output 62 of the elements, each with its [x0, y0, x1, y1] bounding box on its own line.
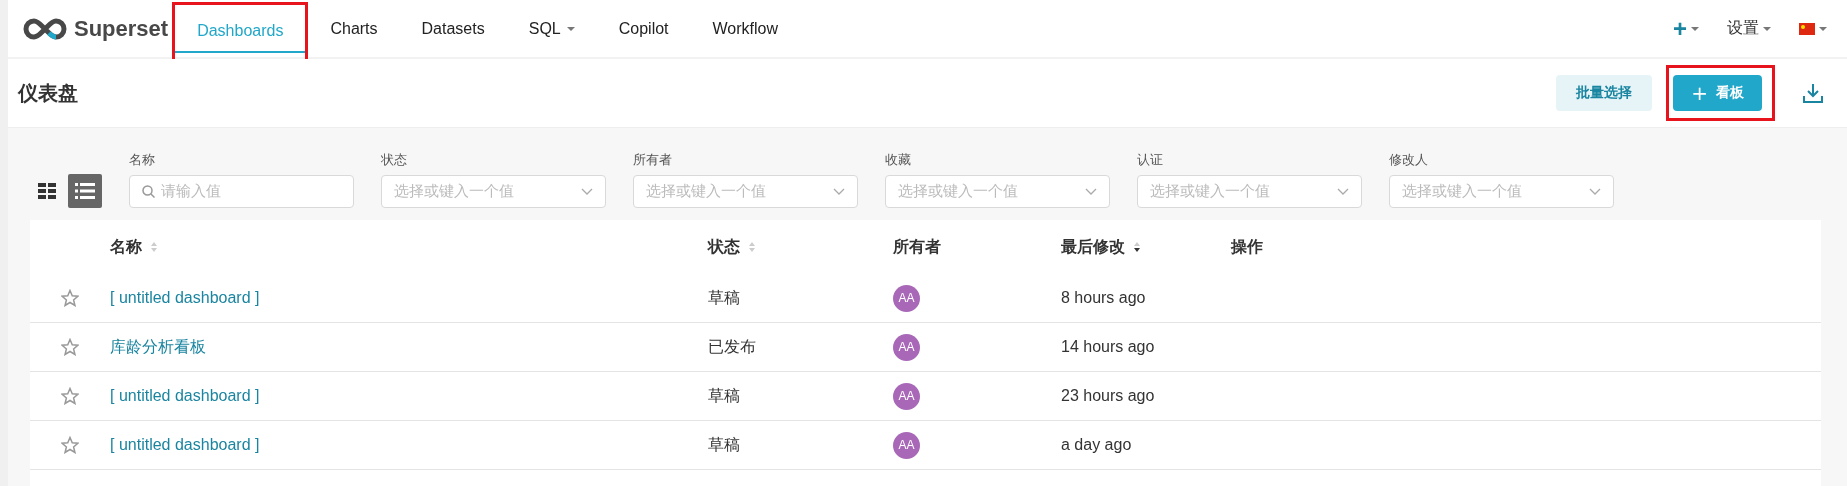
nav-tab[interactable]: Copilot [596, 0, 691, 57]
star-icon[interactable] [61, 387, 79, 405]
modified-time: a day ago [1061, 436, 1133, 454]
nav-tab[interactable]: SQL [506, 0, 597, 57]
modified-time: 14 hours ago [1061, 338, 1156, 356]
grid-icon [38, 183, 56, 199]
dashboard-link[interactable]: [ untitled dashboard ] [110, 289, 708, 307]
search-icon [142, 185, 155, 198]
column-header[interactable]: 最后修改 [1061, 236, 1231, 258]
chevron-down-icon [581, 187, 593, 196]
nav-tab[interactable]: Datasets [399, 0, 507, 57]
chevron-down-icon [1337, 187, 1349, 196]
modified-time: 23 hours ago [1061, 387, 1156, 405]
nav-tab[interactable]: Charts [308, 0, 400, 57]
download-icon[interactable] [1801, 81, 1825, 105]
filter-label: 所有者 [633, 151, 673, 169]
create-dashboard-button[interactable]: + 看板 [1673, 75, 1762, 111]
owner-avatar: AA [893, 382, 920, 410]
chevron-down-icon [1085, 187, 1097, 196]
filter-label: 名称 [129, 151, 156, 169]
column-header: 所有者 [893, 236, 942, 257]
settings-menu[interactable]: 设置 [1713, 0, 1785, 57]
status-text: 已发布 [708, 336, 757, 357]
dashboard-link[interactable]: [ untitled dashboard ] [110, 436, 708, 454]
sort-icon[interactable] [748, 241, 756, 253]
caret-icon [1691, 25, 1699, 32]
flag-icon [1799, 22, 1815, 35]
column-header[interactable]: 名称 [110, 236, 708, 258]
dashboard-link[interactable]: [ untitled dashboard ] [110, 387, 708, 405]
brand-name[interactable]: Superset [74, 15, 169, 42]
filter-label: 收藏 [885, 151, 912, 169]
owner-avatar: AA [893, 333, 920, 361]
owner-avatar: AA [893, 431, 920, 459]
sort-icon[interactable] [150, 241, 158, 253]
modified-time: 8 hours ago [1061, 289, 1147, 307]
view-toggle[interactable] [68, 174, 102, 208]
status-text: 草稿 [708, 287, 741, 308]
column-header[interactable]: 状态 [708, 236, 893, 258]
caret-icon [1763, 25, 1771, 32]
filter-label: 状态 [381, 151, 408, 169]
nav-tab[interactable]: Dashboards [175, 5, 306, 56]
chevron-down-icon [1589, 187, 1601, 196]
caret-icon [566, 25, 575, 32]
add-menu[interactable]: + [1659, 0, 1713, 57]
sort-descending-icon[interactable] [1133, 241, 1141, 253]
filter-label: 认证 [1137, 151, 1164, 169]
star-icon[interactable] [61, 338, 79, 356]
status-text: 草稿 [708, 385, 741, 406]
column-header: 操作 [1231, 236, 1264, 257]
bulk-select-button[interactable]: 批量选择 [1556, 75, 1653, 111]
status-text: 草稿 [708, 434, 741, 455]
filter-label: 修改人 [1389, 151, 1429, 169]
page-title: 仪表盘 [18, 80, 79, 106]
owner-avatar: AA [893, 284, 920, 312]
dashboard-link[interactable]: 库龄分析看板 [110, 336, 708, 358]
list-icon [75, 183, 95, 199]
caret-icon [1819, 25, 1827, 32]
logo-icon [22, 17, 68, 40]
chevron-down-icon [833, 187, 845, 196]
nav-tab[interactable]: Workflow [690, 0, 801, 57]
star-icon[interactable] [61, 289, 79, 307]
star-icon[interactable] [61, 436, 79, 454]
